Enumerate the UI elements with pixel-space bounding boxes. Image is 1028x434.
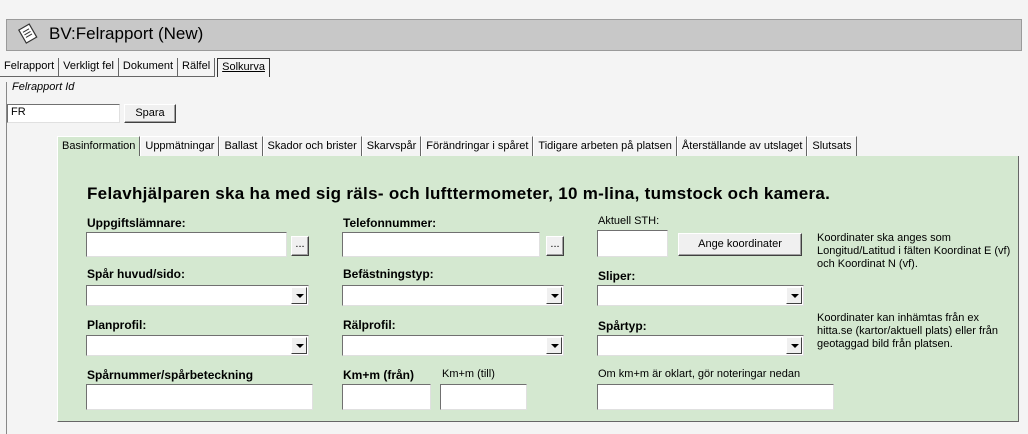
ange-koordinater-button[interactable]: Ange koordinater <box>678 233 802 256</box>
uppgiftslamnare-field[interactable] <box>86 232 287 257</box>
chevron-down-icon[interactable] <box>786 287 802 304</box>
tab-solkurva[interactable]: Solkurva <box>217 58 270 77</box>
km-till-label: Km+m (till) <box>442 368 495 380</box>
spar-huvud-sido-select[interactable] <box>86 285 309 306</box>
top-tabs: Felrapport Verkligt fel Dokument Rälfel … <box>0 58 270 77</box>
tab-dokument[interactable]: Dokument <box>118 58 179 77</box>
tab-felrapport[interactable]: Felrapport <box>0 58 60 77</box>
form-heading: Felavhjälparen ska ha med sig räls- och … <box>87 184 831 203</box>
tab-tidigare-arbeten[interactable]: Tidigare arbeten på platsen <box>533 136 677 157</box>
coordinate-note-2: Koordinater kan inhämtas från ex hitta.s… <box>817 312 998 350</box>
tab-aterstallande[interactable]: Återställande av utslaget <box>676 136 808 157</box>
planprofil-select[interactable] <box>86 335 309 356</box>
tab-ralfel[interactable]: Rälfel <box>178 58 216 77</box>
spartyp-label: Spårtyp: <box>598 319 647 333</box>
sub-tabs: Basinformation Uppmätningar Ballast Skad… <box>57 136 857 160</box>
km-note-label: Om km+m är oklart, gör noteringar nedan <box>598 368 801 380</box>
telefonnummer-field[interactable] <box>342 232 540 257</box>
window-title: BV:Felrapport (New) <box>49 24 204 43</box>
report-icon <box>18 23 38 44</box>
chevron-down-icon[interactable] <box>546 337 562 354</box>
tab-verkligt-fel[interactable]: Verkligt fel <box>59 58 119 77</box>
tab-uppmatningar[interactable]: Uppmätningar <box>140 136 220 157</box>
report-id-label: Felrapport Id <box>12 81 75 93</box>
tab-forandringar[interactable]: Förändringar i spåret <box>421 136 534 157</box>
aktuell-sth-field[interactable] <box>597 230 668 257</box>
tab-skador-och-brister[interactable]: Skador och brister <box>262 136 362 157</box>
chevron-down-icon[interactable] <box>786 337 802 354</box>
ralprofil-select[interactable] <box>342 335 564 356</box>
report-id-field[interactable]: FR <box>7 104 120 123</box>
sparnummer-field[interactable] <box>86 384 313 410</box>
tab-slutsats[interactable]: Slutsats <box>807 136 857 157</box>
uppgiftslamnare-label: Uppgiftslämnare: <box>87 216 186 230</box>
telefonnummer-browse-button[interactable]: ... <box>546 236 564 256</box>
km-note-field[interactable] <box>597 384 834 410</box>
uppgiftslamnare-browse-button[interactable]: ... <box>291 236 309 256</box>
ralprofil-label: Rälprofil: <box>343 318 396 332</box>
save-button[interactable]: Spara <box>124 104 176 123</box>
telefonnummer-label: Telefonnummer: <box>343 216 437 230</box>
tab-skarvspar[interactable]: Skarvspår <box>361 136 422 157</box>
spartyp-select[interactable] <box>597 335 804 356</box>
title-bar: BV:Felrapport (New) <box>0 0 1028 55</box>
km-fran-field[interactable] <box>342 384 431 410</box>
chevron-down-icon[interactable] <box>291 287 307 304</box>
chevron-down-icon[interactable] <box>546 287 562 304</box>
befastningstyp-select[interactable] <box>342 285 564 306</box>
planprofil-label: Planprofil: <box>87 318 147 332</box>
sliper-label: Sliper: <box>598 269 636 283</box>
sparnummer-label: Spårnummer/spårbeteckning <box>87 368 254 382</box>
km-fran-label: Km+m (från) <box>343 368 415 382</box>
km-till-field[interactable] <box>440 384 527 410</box>
spar-huvud-sido-label: Spår huvud/sido: <box>87 267 186 281</box>
tab-ballast[interactable]: Ballast <box>219 136 263 157</box>
sliper-select[interactable] <box>597 285 804 306</box>
aktuell-sth-label: Aktuell STH: <box>598 215 660 227</box>
chevron-down-icon[interactable] <box>291 337 307 354</box>
befastningstyp-label: Befästningstyp: <box>343 267 434 281</box>
coordinate-note-1: Koordinater ska anges som Longitud/Latit… <box>817 232 1011 270</box>
